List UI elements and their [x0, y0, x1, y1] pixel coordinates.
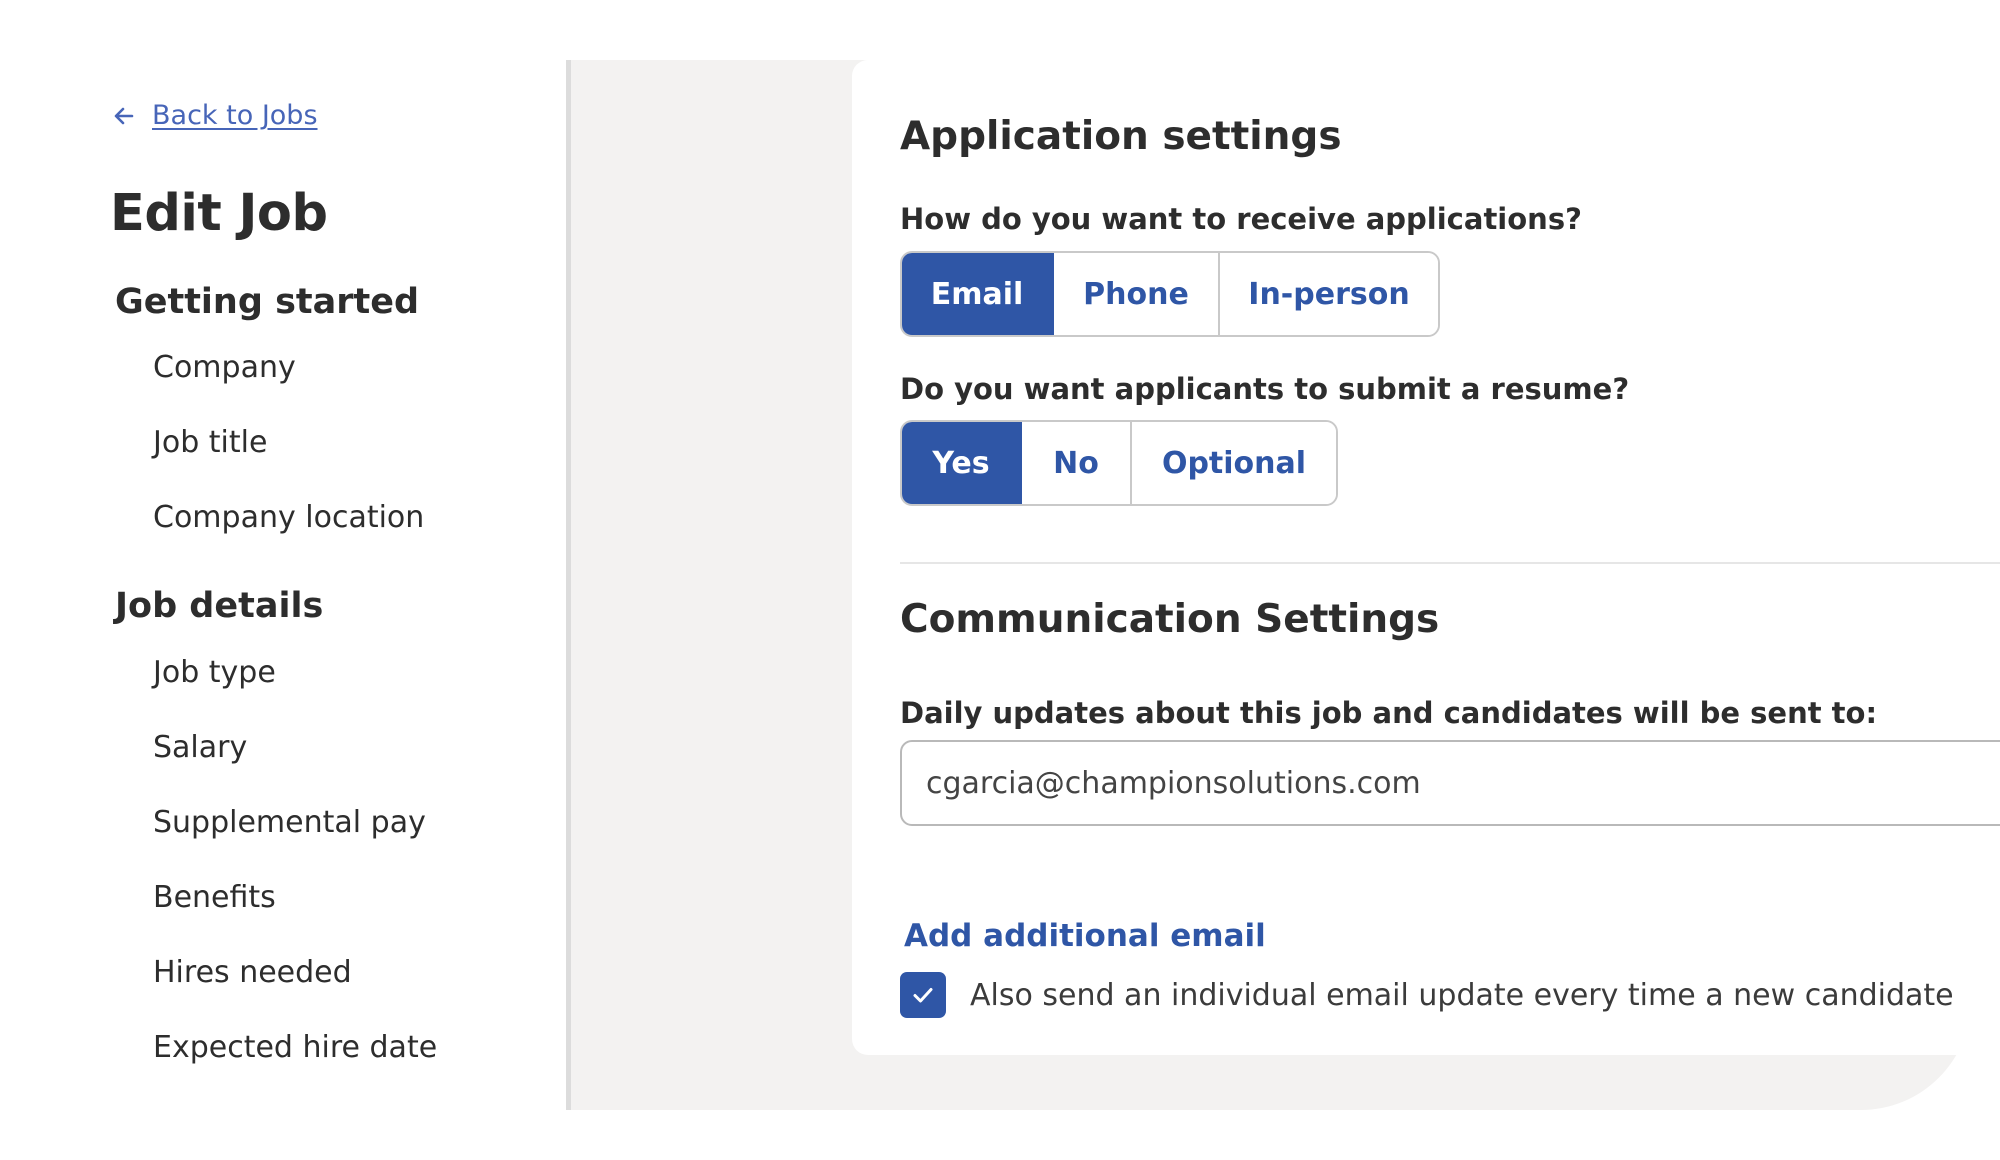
add-additional-email-link[interactable]: Add additional email: [904, 918, 1266, 954]
back-to-jobs-link[interactable]: Back to Jobs: [112, 100, 318, 131]
settings-card: Application settings How do you want to …: [852, 60, 2000, 1055]
resume-option-no[interactable]: No: [1022, 422, 1132, 504]
nav-item-company-location[interactable]: Company location: [153, 500, 424, 535]
individual-update-option: Also send an individual email update eve…: [900, 972, 1954, 1018]
daily-updates-label: Daily updates about this job and candida…: [900, 696, 1878, 730]
nav-item-hires-needed[interactable]: Hires needed: [153, 955, 352, 990]
nav-item-benefits[interactable]: Benefits: [153, 880, 276, 915]
page-title: Edit Job: [110, 184, 328, 243]
daily-updates-email-input[interactable]: [900, 740, 2000, 826]
receive-option-in-person[interactable]: In-person: [1220, 253, 1438, 335]
individual-update-label: Also send an individual email update eve…: [970, 977, 1954, 1013]
receive-applications-question: How do you want to receive applications?: [900, 202, 1582, 236]
communication-settings-title: Communication Settings: [900, 597, 1440, 642]
nav-item-salary[interactable]: Salary: [153, 730, 247, 765]
application-settings-title: Application settings: [900, 114, 1342, 159]
nav-item-expected-hire-date[interactable]: Expected hire date: [153, 1030, 437, 1065]
sidebar: Back to Jobs Edit Job Getting started Co…: [0, 0, 568, 1160]
nav-item-job-type[interactable]: Job type: [153, 655, 276, 690]
resume-option-optional[interactable]: Optional: [1132, 422, 1336, 504]
receive-option-phone[interactable]: Phone: [1054, 253, 1220, 335]
resume-question: Do you want applicants to submit a resum…: [900, 372, 1630, 406]
back-to-jobs-label[interactable]: Back to Jobs: [152, 100, 318, 131]
nav-item-company[interactable]: Company: [153, 350, 296, 385]
settings-card-content: Application settings How do you want to …: [900, 60, 2000, 1055]
resume-option-yes[interactable]: Yes: [902, 422, 1022, 504]
arrow-left-icon: [112, 104, 136, 128]
checkmark-icon: [913, 988, 933, 1003]
resume-selector: Yes No Optional: [900, 420, 1338, 506]
individual-update-checkbox[interactable]: [900, 972, 946, 1018]
receive-option-email[interactable]: Email: [902, 253, 1054, 335]
page: Back to Jobs Edit Job Getting started Co…: [0, 0, 2000, 1160]
nav-item-supplemental-pay[interactable]: Supplemental pay: [153, 805, 426, 840]
receive-applications-selector: Email Phone In-person: [900, 251, 1440, 337]
nav-section-getting-started: Getting started: [115, 282, 420, 322]
nav-item-job-title[interactable]: Job title: [153, 425, 267, 460]
nav-section-job-details: Job details: [115, 586, 324, 626]
section-divider: [900, 562, 2000, 564]
